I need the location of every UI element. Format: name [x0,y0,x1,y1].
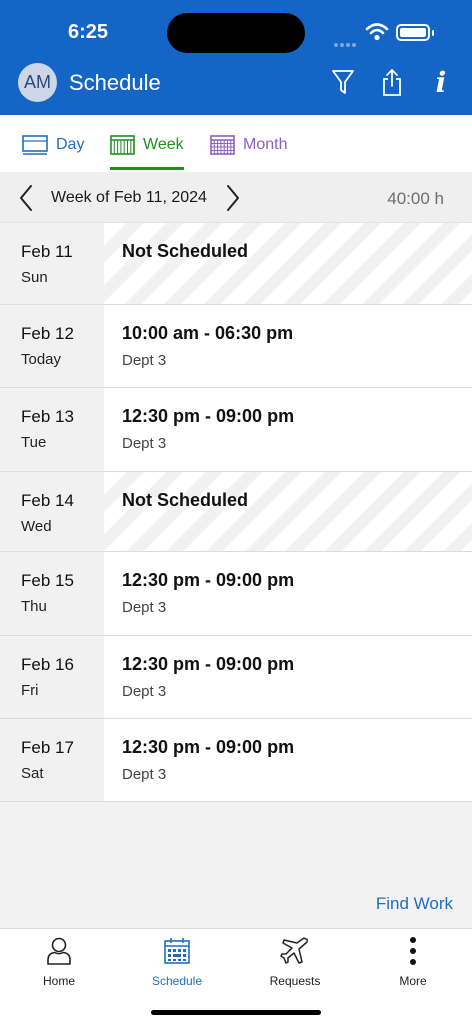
shift-cell: 12:30 pm - 09:00 pm Dept 3 [104,552,472,635]
shift-department: Dept 3 [122,435,167,452]
share-icon[interactable] [377,66,407,98]
shift-cell: Not Scheduled [104,223,472,304]
calendar-icon [164,938,190,964]
shift-cell: 12:30 pm - 09:00 pm Dept 3 [104,719,472,801]
day-weekday: Wed [21,518,52,535]
status-icons [334,22,434,47]
day-row[interactable]: Feb 11 Sun Not Scheduled [0,223,472,305]
nav-schedule-label: Schedule [151,974,203,988]
avatar[interactable]: AM [18,63,57,102]
shift-cell: 12:30 pm - 09:00 pm Dept 3 [104,388,472,471]
shift-status: Not Scheduled [122,490,249,510]
shift-time: 12:30 pm - 09:00 pm [122,737,295,757]
month-view-icon [210,135,235,155]
day-row[interactable]: Feb 14 Wed Not Scheduled [0,472,472,552]
shift-department: Dept 3 [122,766,167,783]
shift-time: 12:30 pm - 09:00 pm [122,406,295,426]
shift-time: 12:30 pm - 09:00 pm [122,570,295,590]
chevron-left-icon[interactable] [18,184,34,212]
week-label: Week of Feb 11, 2024 [51,189,207,206]
day-row[interactable]: Feb 15 Thu 12:30 pm - 09:00 pm Dept 3 [0,552,472,636]
nav-home-label: Home [42,974,75,988]
week-total-hours: 40:00 h [387,189,444,208]
tab-day[interactable]: Day [22,133,84,157]
day-row[interactable]: Feb 13 Tue 12:30 pm - 09:00 pm Dept 3 [0,388,472,472]
date-cell: Feb 13 Tue [0,388,104,471]
app-header: 6:25 AM Schedule i [0,0,472,115]
week-navigator: Week of Feb 11, 2024 40:00 h [0,172,472,223]
day-row[interactable]: Feb 12 Today 10:00 am - 06:30 pm Dept 3 [0,305,472,388]
battery-icon [396,24,430,41]
tab-week-label: Week [143,136,184,153]
person-icon [47,937,71,965]
tab-month-label: Month [243,136,288,153]
date-cell: Feb 17 Sat [0,719,104,801]
day-view-icon [22,135,48,155]
day-weekday: Sun [21,269,48,286]
chevron-right-icon[interactable] [225,184,241,212]
shift-department: Dept 3 [122,683,167,700]
date-cell: Feb 15 Thu [0,552,104,635]
home-indicator [151,1010,321,1015]
dynamic-island [167,13,305,53]
day-weekday: Tue [21,434,47,451]
selected-tab-indicator [110,167,184,170]
day-weekday: Sat [21,765,44,782]
day-date: Feb 11 [21,242,73,261]
view-tabs: Day Week Month [0,115,472,172]
day-row[interactable]: Feb 16 Fri 12:30 pm - 09:00 pm Dept 3 [0,636,472,719]
shift-cell: 10:00 am - 06:30 pm Dept 3 [104,305,472,387]
shift-department: Dept 3 [122,352,167,369]
day-date: Feb 15 [21,571,74,590]
week-view-icon [110,135,135,155]
more-vertical-icon [410,937,416,965]
nav-schedule[interactable]: Schedule [118,935,236,991]
tab-day-label: Day [56,136,85,153]
shift-status: Not Scheduled [122,241,249,261]
day-date: Feb 14 [21,491,74,510]
day-date: Feb 13 [21,407,74,426]
wifi-icon [365,23,389,41]
nav-home[interactable]: Home [0,935,118,991]
day-date: Feb 17 [21,738,74,757]
find-work-link[interactable]: Find Work [376,894,453,914]
schedule-list: Feb 11 Sun Not Scheduled Feb 12 Today 10… [0,223,472,802]
page-title: Schedule [69,70,161,95]
filter-icon[interactable] [328,66,358,98]
day-weekday: Thu [21,598,47,615]
day-date: Feb 12 [21,324,74,343]
airplane-icon [280,937,309,964]
day-date: Feb 16 [21,655,74,674]
day-weekday: Today [21,351,62,368]
shift-time: 12:30 pm - 09:00 pm [122,654,295,674]
nav-requests-label: Requests [269,974,321,988]
tab-week[interactable]: Week [110,133,184,157]
nav-more-label: More [399,974,427,988]
date-cell: Feb 11 Sun [0,223,104,304]
day-weekday: Fri [21,682,39,699]
cellular-signal-icon [334,34,358,52]
date-cell: Feb 12 Today [0,305,104,387]
shift-department: Dept 3 [122,599,167,616]
nav-requests[interactable]: Requests [236,935,354,991]
shift-cell: Not Scheduled [104,472,472,551]
date-cell: Feb 14 Wed [0,472,104,551]
nav-more[interactable]: More [354,935,472,991]
shift-cell: 12:30 pm - 09:00 pm Dept 3 [104,636,472,718]
shift-time: 10:00 am - 06:30 pm [122,323,294,343]
tab-month[interactable]: Month [210,133,287,157]
info-icon[interactable]: i [426,66,456,99]
day-row[interactable]: Feb 17 Sat 12:30 pm - 09:00 pm Dept 3 [0,719,472,802]
status-time: 6:25 [68,21,109,43]
date-cell: Feb 16 Fri [0,636,104,718]
